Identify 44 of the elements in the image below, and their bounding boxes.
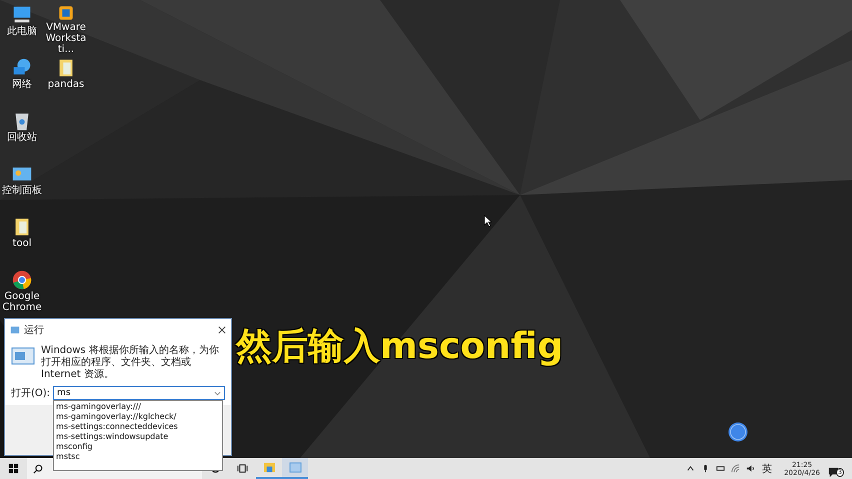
desktop-icon[interactable]: 此电脑 — [0, 2, 44, 55]
desktop-icon[interactable]: 回收站 — [0, 108, 44, 161]
input-method-indicator[interactable]: 英 — [762, 462, 772, 476]
window-title: 运行 — [24, 324, 45, 337]
chevron-down-icon — [214, 390, 221, 396]
caption-text: 然后输入msconfig — [236, 325, 564, 369]
suggestion-item[interactable]: mstsc — [56, 452, 222, 462]
description-text: Windows 将根据你所输入的名称，为你打开相应的程序、文件夹、文档或 Internet 资源。 — [41, 345, 220, 381]
desktop-icon[interactable]: tool — [0, 214, 44, 267]
network-icon[interactable] — [731, 464, 740, 473]
icon-label: Google Chrome — [1, 291, 43, 313]
desktop-icon[interactable]: Google Chrome — [0, 267, 44, 320]
desktop-icon[interactable]: VMware Workstati... — [44, 2, 88, 55]
task-view-icon[interactable] — [237, 463, 248, 474]
notification-icon[interactable] — [828, 466, 839, 478]
run-icon — [288, 462, 302, 473]
suggestion-item[interactable]: ms-settings:windowsupdate — [56, 432, 222, 442]
volume-icon[interactable] — [746, 464, 756, 473]
suggestion-item[interactable]: ms-gamingoverlay://kglcheck/ — [56, 412, 222, 422]
icon-label: 回收站 — [6, 132, 38, 143]
icon-label: 控制面板 — [1, 185, 43, 196]
chrome-icon — [11, 269, 33, 291]
mouse-pointer-icon — [484, 215, 492, 227]
suggestion-item[interactable]: ms-settings:connecteddevices — [56, 422, 222, 432]
run-icon — [10, 325, 20, 335]
close-icon[interactable] — [218, 326, 226, 334]
record-button-icon[interactable] — [728, 422, 748, 442]
windows-start-icon[interactable] — [8, 463, 19, 474]
folder-icon — [262, 462, 276, 473]
search-icon — [33, 464, 43, 474]
battery-icon[interactable] — [716, 464, 726, 473]
icon-label: VMware Workstati... — [44, 22, 88, 55]
desktop-icon[interactable]: 控制面板 — [0, 161, 44, 214]
chevron-up-icon[interactable] — [686, 464, 696, 473]
desktop-icon[interactable]: 网络 — [0, 55, 44, 108]
open-label: 打开(O): — [11, 386, 50, 400]
icon-label: pandas — [46, 79, 86, 90]
desktop-icon[interactable]: pandas — [44, 55, 88, 108]
icon-label: 网络 — [11, 79, 33, 90]
suggestion-item[interactable]: ms-gamingoverlay:/// — [56, 402, 222, 412]
icon-label: tool — [12, 238, 32, 249]
icon-label: 此电脑 — [6, 26, 38, 37]
suggestion-item[interactable]: msconfig — [56, 442, 222, 452]
run-icon — [11, 347, 35, 365]
